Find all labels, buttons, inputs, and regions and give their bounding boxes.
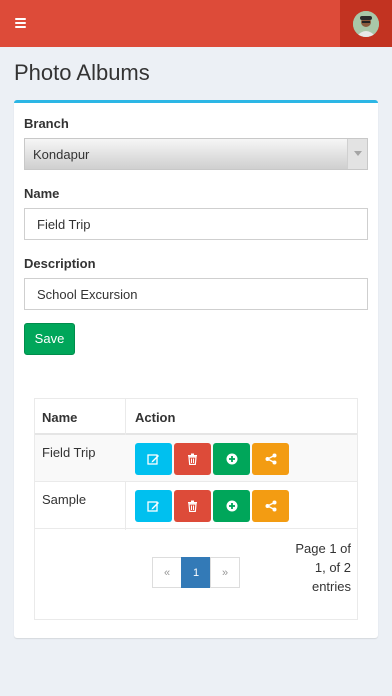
share-button[interactable] — [252, 490, 289, 522]
pagination-info: Page 1 of 1, of 2 entries — [295, 541, 351, 594]
name-label: Name — [24, 186, 60, 201]
edit-icon — [147, 500, 159, 512]
share-icon — [265, 500, 276, 512]
branch-label: Branch — [24, 116, 69, 131]
edit-button[interactable] — [135, 443, 172, 475]
description-label: Description — [24, 256, 96, 271]
album-name: Sample — [42, 492, 87, 507]
share-button[interactable] — [252, 443, 289, 475]
menu-line — [14, 26, 26, 28]
branch-select[interactable]: Kondapur — [24, 138, 368, 170]
user-avatar — [353, 10, 379, 37]
delete-button[interactable] — [174, 443, 211, 475]
share-icon — [265, 453, 276, 465]
album-form-card: Branch Kondapur Name Field Trip Descript… — [14, 100, 378, 638]
delete-button[interactable] — [174, 490, 211, 522]
chevron-down-icon — [347, 139, 367, 169]
menu-line — [14, 22, 26, 24]
add-photo-button[interactable] — [213, 443, 250, 475]
column-header-action: Action — [135, 410, 176, 425]
pagination-page[interactable]: 1 — [181, 557, 211, 588]
trash-icon — [188, 500, 197, 512]
description-field[interactable]: School Excursion — [24, 278, 368, 310]
save-button[interactable]: Save — [24, 323, 75, 355]
edit-button[interactable] — [135, 490, 172, 522]
name-field[interactable]: Field Trip — [24, 208, 368, 240]
pagination-next[interactable]: » — [210, 557, 240, 588]
plus-circle-icon — [226, 453, 237, 465]
hamburger-menu-icon[interactable] — [8, 11, 32, 35]
album-name: Field Trip — [42, 445, 96, 460]
table-row: Sample — [35, 482, 357, 529]
pagination-prev[interactable]: « — [152, 557, 182, 588]
page-title: Photo Albums — [14, 60, 150, 85]
albums-table: Name Action Field Trip Sample « 1 » Page… — [34, 398, 358, 620]
top-navbar — [0, 0, 392, 47]
branch-select-value: Kondapur — [33, 147, 90, 162]
row-actions — [135, 490, 289, 522]
plus-circle-icon — [226, 500, 237, 512]
edit-icon — [147, 453, 159, 465]
column-header-name: Name — [42, 410, 78, 425]
menu-line — [14, 18, 26, 20]
pagination: « 1 » — [152, 557, 240, 588]
trash-icon — [188, 453, 197, 465]
table-row: Field Trip — [35, 435, 357, 482]
row-actions — [135, 443, 289, 475]
user-menu-button[interactable] — [340, 0, 392, 47]
add-photo-button[interactable] — [213, 490, 250, 522]
table-header: Name Action — [35, 399, 357, 435]
